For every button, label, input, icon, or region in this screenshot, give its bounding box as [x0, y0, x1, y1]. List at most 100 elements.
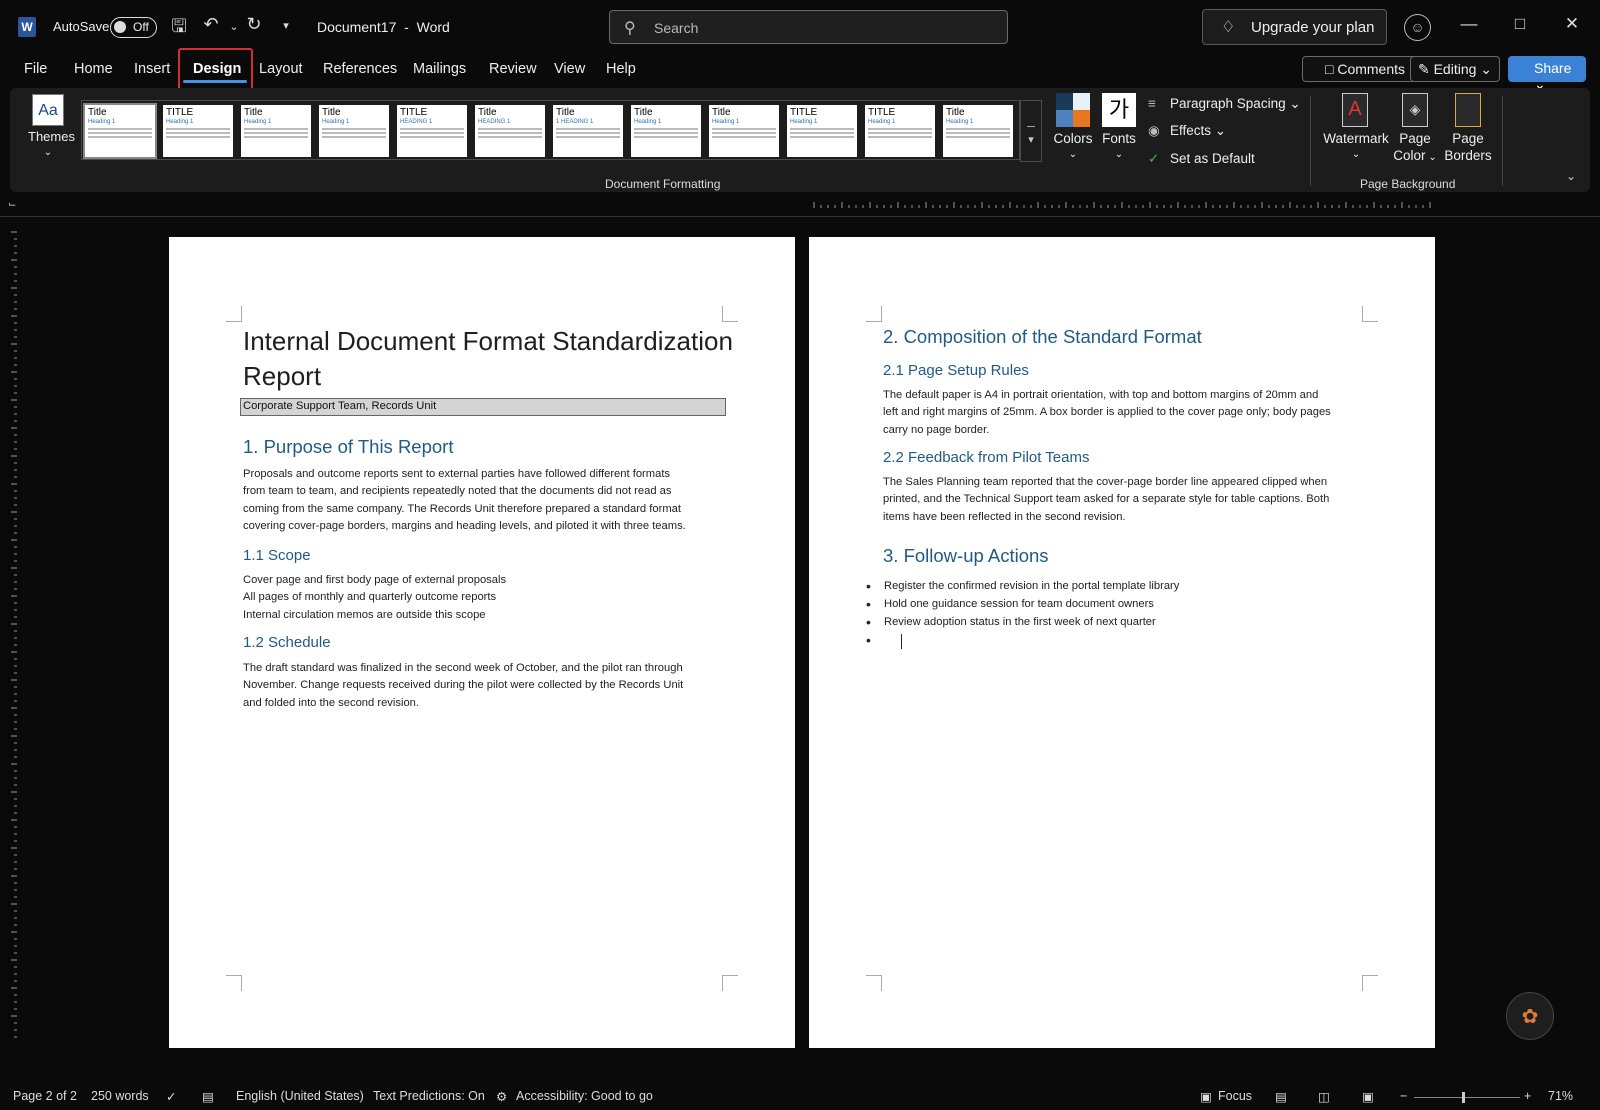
page-color-icon[interactable]: ◈ — [1402, 93, 1428, 127]
colors-label[interactable]: Colors — [1053, 131, 1093, 146]
style-set-item[interactable]: Title Heading 1 — [241, 105, 311, 157]
heading-schedule[interactable]: 1.2 Schedule — [243, 634, 331, 651]
horizontal-ruler[interactable] — [810, 199, 1436, 213]
zoom-level[interactable]: 71% — [1548, 1089, 1573, 1103]
page-borders-label-1[interactable]: Page — [1446, 131, 1490, 146]
list-item[interactable]: • Hold one guidance session for team docu… — [866, 596, 1154, 612]
tab-references[interactable]: References — [323, 61, 397, 77]
tab-home[interactable]: Home — [74, 61, 113, 77]
watermark-icon[interactable]: A — [1342, 93, 1368, 127]
gallery-more-icon[interactable]: ─ ▾ — [1020, 100, 1042, 162]
redo-icon[interactable]: ↻ — [242, 14, 266, 35]
page-2[interactable] — [809, 237, 1435, 1048]
zoom-slider-thumb[interactable] — [1462, 1092, 1465, 1103]
print-layout-icon[interactable]: ◫ — [1318, 1089, 1330, 1104]
accessibility-status[interactable]: Accessibility: Good to go — [516, 1089, 653, 1103]
copilot-icon[interactable]: ✿ — [1506, 992, 1554, 1040]
zoom-in-icon[interactable]: + — [1524, 1089, 1531, 1103]
tab-selector-icon[interactable]: ⌙ — [8, 199, 16, 210]
paragraph-page-setup[interactable]: The default paper is A4 in portrait orie… — [883, 387, 1331, 439]
book-icon[interactable]: ▤ — [202, 1089, 214, 1104]
document-formatting-label: Document Formatting — [605, 177, 721, 191]
zoom-slider[interactable] — [1414, 1097, 1520, 1098]
subtitle-field[interactable]: Corporate Support Team, Records Unit — [240, 398, 726, 416]
fonts-label[interactable]: Fonts — [1099, 131, 1139, 146]
paragraph-feedback[interactable]: The Sales Planning team reported that th… — [883, 474, 1329, 526]
vertical-ruler[interactable] — [8, 230, 22, 1040]
style-set-item[interactable]: TITLE Heading 1 — [163, 105, 233, 157]
document-title[interactable]: Internal Document Format Standardization… — [243, 324, 733, 394]
themes-button[interactable]: Aa Themes ⌄ — [28, 92, 75, 158]
text-predictions[interactable]: Text Predictions: On — [373, 1089, 485, 1103]
read-mode-icon[interactable]: ▤ — [1275, 1089, 1287, 1104]
search-box[interactable]: ⚲ Search — [609, 10, 1008, 44]
editing-button[interactable]: ✎ Editing ⌄ — [1410, 56, 1500, 82]
style-set-item[interactable]: TITLE Heading 1 — [865, 105, 935, 157]
style-set-item[interactable]: Title Heading 1 — [319, 105, 389, 157]
text-line: Internal circulation memos are outside t… — [243, 608, 486, 621]
scope-list[interactable]: Cover page and first body page of extern… — [243, 572, 506, 624]
web-layout-icon[interactable]: ▣ — [1362, 1089, 1374, 1104]
pencil-icon: ✎ — [1417, 61, 1434, 77]
close-icon[interactable]: ✕ — [1557, 14, 1587, 34]
page-count[interactable]: Page 2 of 2 — [13, 1089, 77, 1103]
tab-view[interactable]: View — [554, 61, 585, 77]
paragraph-schedule[interactable]: The draft standard was finalized in the … — [243, 660, 683, 712]
style-set-item[interactable]: Title Heading 1 — [709, 105, 779, 157]
language[interactable]: English (United States) — [236, 1089, 364, 1103]
style-line-sample — [400, 136, 464, 138]
list-item[interactable]: • Review adoption status in the first wee… — [866, 614, 1156, 630]
autosave-toggle[interactable]: Off — [110, 17, 157, 38]
page-borders-label-2[interactable]: Borders — [1443, 148, 1493, 163]
proofing-icon[interactable]: ✓ — [166, 1089, 176, 1104]
undo-icon[interactable]: ↶ — [199, 14, 223, 35]
tab-review[interactable]: Review — [489, 61, 537, 77]
style-set-item[interactable]: TITLE Heading 1 — [787, 105, 857, 157]
tab-mailings[interactable]: Mailings — [413, 61, 466, 77]
zoom-out-icon[interactable]: − — [1400, 1089, 1407, 1103]
focus-button[interactable]: Focus — [1218, 1089, 1252, 1103]
share-button[interactable]: Share ⌄ — [1508, 56, 1586, 92]
tab-file[interactable]: File — [24, 61, 47, 77]
tab-layout[interactable]: Layout — [259, 61, 303, 77]
style-line-sample — [88, 132, 152, 134]
style-set-item[interactable]: Title HEADING 1 — [475, 105, 545, 157]
maximize-icon[interactable]: □ — [1505, 14, 1535, 34]
set-as-default-button[interactable]: ✓ Set as Default — [1148, 151, 1255, 167]
comment-icon: □ — [1324, 61, 1338, 77]
page-color-label-2[interactable]: Color ⌄ — [1393, 148, 1437, 163]
style-set-item[interactable]: Title Heading 1 — [943, 105, 1013, 157]
style-line-sample — [946, 132, 1010, 134]
style-set-item[interactable]: TITLE HEADING 1 — [397, 105, 467, 157]
collapse-ribbon-icon[interactable]: ⌄ — [1566, 169, 1576, 183]
word-count[interactable]: 250 words — [91, 1089, 149, 1103]
minimize-icon[interactable]: — — [1454, 14, 1484, 34]
margin-corner — [1362, 306, 1378, 322]
heading-purpose[interactable]: 1. Purpose of This Report — [243, 436, 453, 458]
style-set-item[interactable]: Title Heading 1 — [631, 105, 701, 157]
paragraph-spacing-button[interactable]: ≡ Paragraph Spacing ⌄ — [1148, 96, 1301, 112]
page-borders-icon[interactable] — [1455, 93, 1481, 127]
style-heading-sample: Heading 1 — [634, 119, 662, 125]
heading-follow-up[interactable]: 3. Follow-up Actions — [883, 545, 1049, 567]
heading-page-setup[interactable]: 2.1 Page Setup Rules — [883, 362, 1029, 379]
style-set-item[interactable]: Title Heading 1 — [83, 103, 157, 159]
list-item[interactable]: • Register the confirmed revision in the … — [866, 578, 1179, 594]
heading-feedback[interactable]: 2.2 Feedback from Pilot Teams — [883, 449, 1089, 466]
effects-button[interactable]: ◉ Effects ⌄ — [1148, 123, 1226, 139]
save-icon[interactable]: 🖫 — [167, 14, 191, 44]
style-line-sample — [478, 136, 542, 138]
avatar[interactable]: ☺ — [1404, 14, 1431, 41]
paragraph-purpose[interactable]: Proposals and outcome reports sent to ex… — [243, 466, 686, 536]
fonts-icon[interactable]: 가 — [1102, 93, 1136, 127]
page-color-label-1[interactable]: Page — [1393, 131, 1437, 146]
heading-composition[interactable]: 2. Composition of the Standard Format — [883, 326, 1202, 348]
colors-icon[interactable] — [1056, 93, 1090, 127]
watermark-label[interactable]: Watermark — [1320, 131, 1392, 146]
tab-insert[interactable]: Insert — [134, 61, 170, 77]
heading-scope[interactable]: 1.1 Scope — [243, 547, 311, 564]
tab-help[interactable]: Help — [606, 61, 636, 77]
style-set-item[interactable]: Title 1 HEADING 1 — [553, 105, 623, 157]
upgrade-button[interactable]: ♢ Upgrade your plan — [1202, 9, 1387, 45]
customize-qat-icon[interactable]: ▾ — [274, 19, 298, 32]
